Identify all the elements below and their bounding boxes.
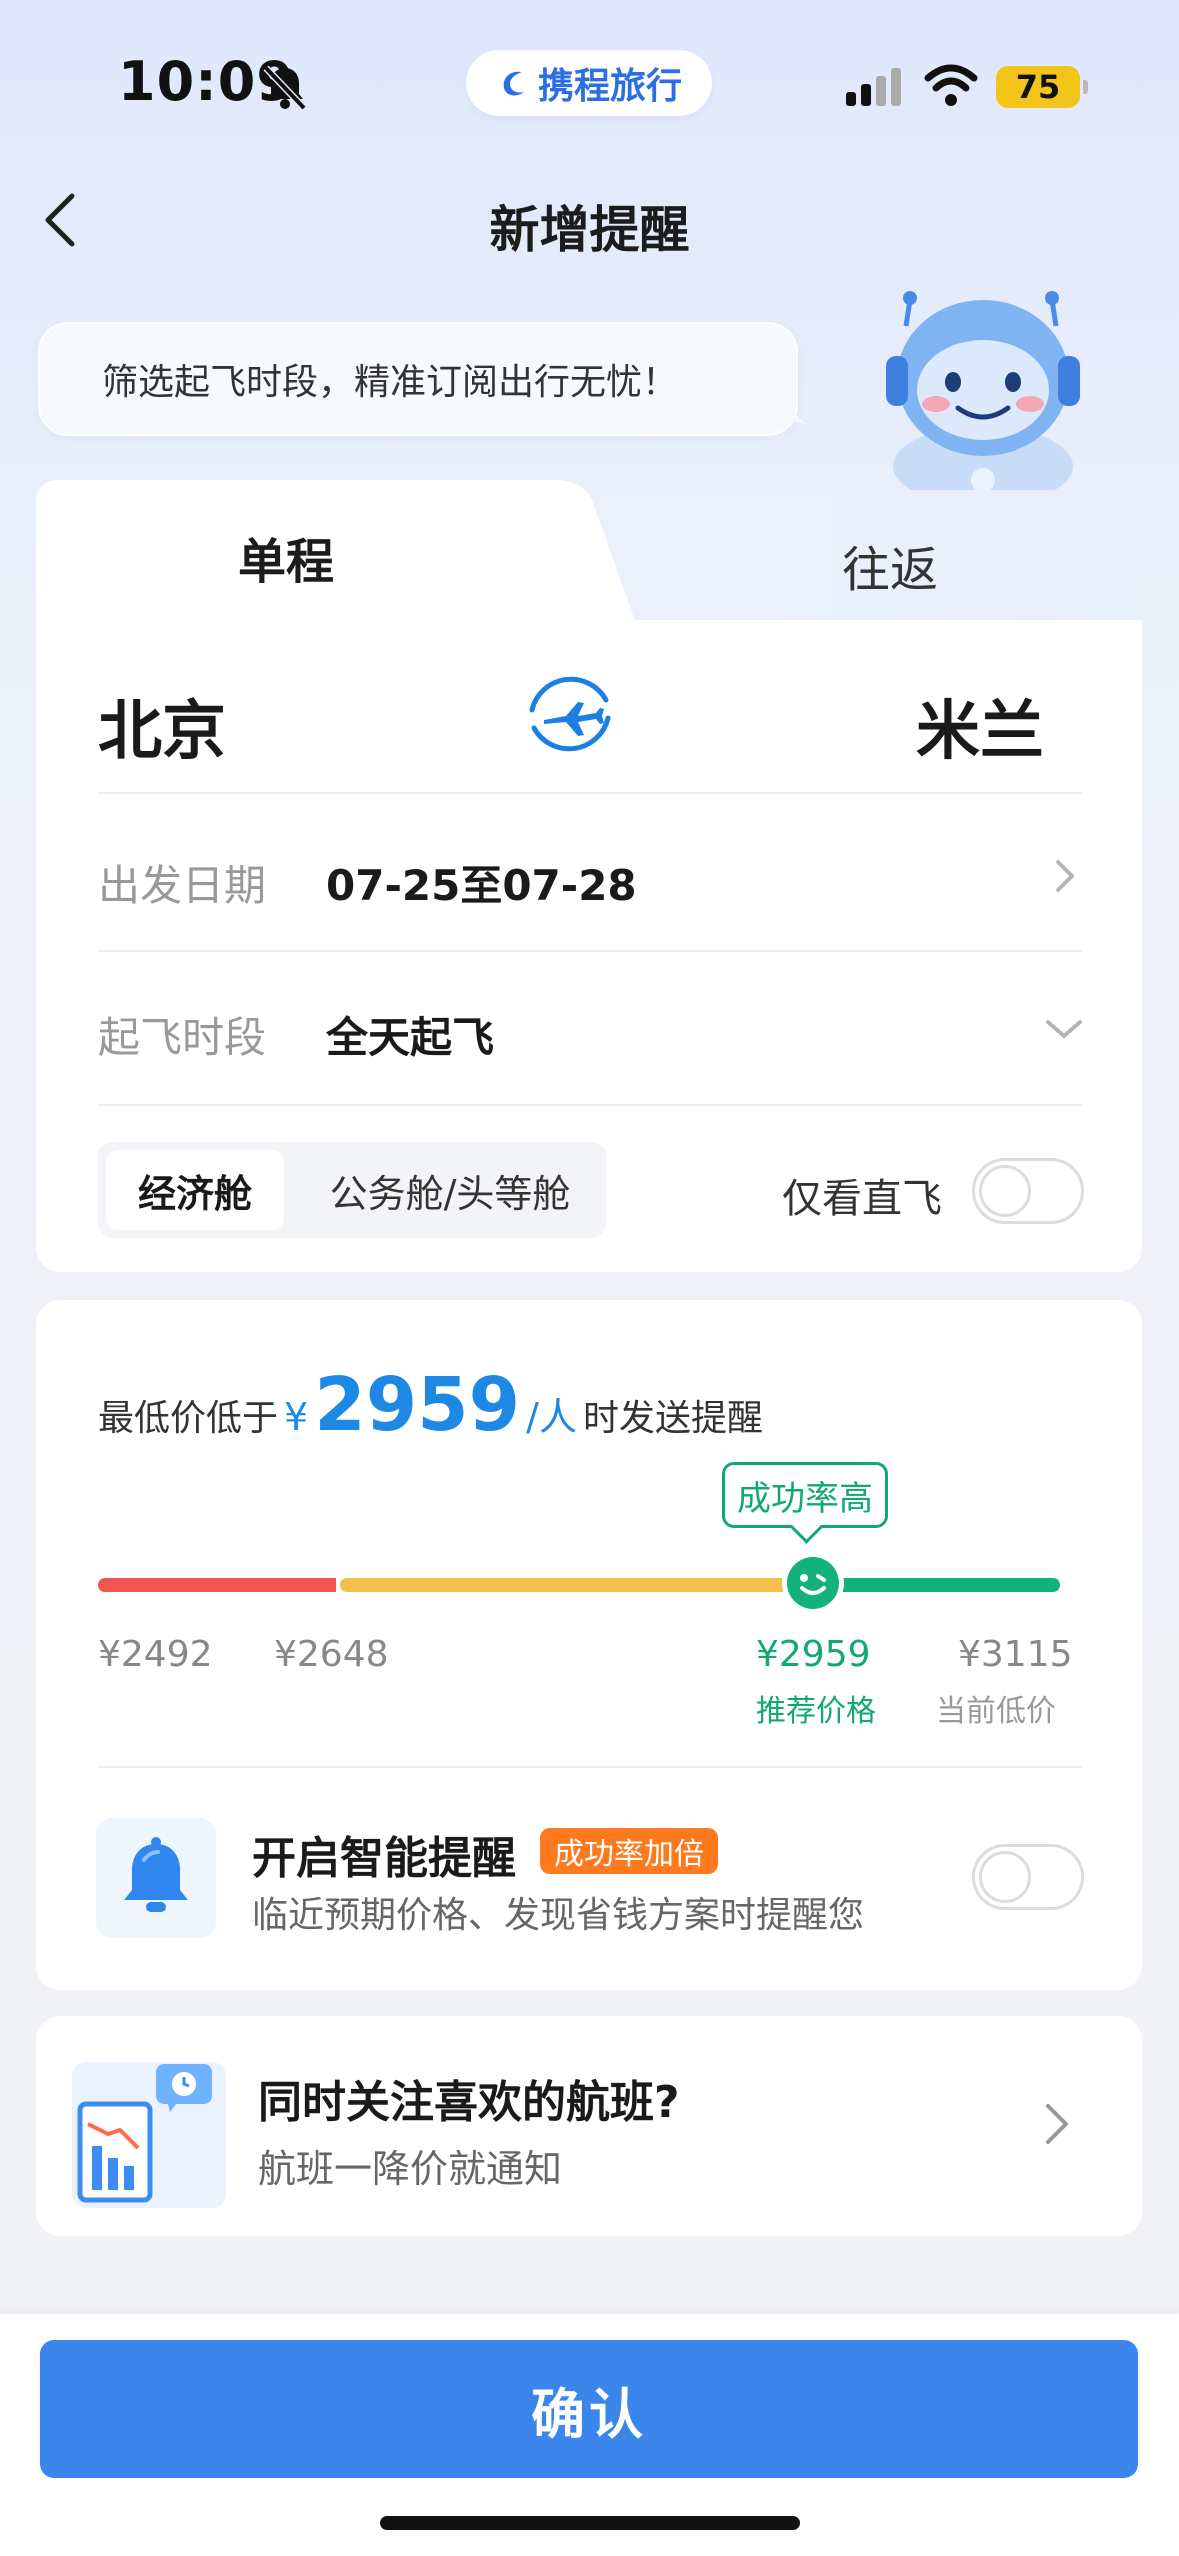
- signal-icon: [846, 68, 901, 106]
- swap-cities-icon[interactable]: [522, 666, 618, 762]
- brand-name: 携程旅行: [537, 66, 682, 107]
- tip-bubble-tail: [770, 390, 806, 424]
- tip-text: 筛选起飞时段，精准订阅出行无忧！: [102, 362, 679, 403]
- home-indicator[interactable]: [380, 2516, 800, 2530]
- time-slot-value[interactable]: 全天起飞: [326, 1004, 494, 1065]
- tick-price-recommended: ¥2959: [756, 1634, 871, 1675]
- slider-segment-low[interactable]: [98, 1578, 336, 1592]
- date-label: 出发日期: [98, 861, 267, 910]
- cabin-economy-option[interactable]: 经济舱: [106, 1150, 284, 1230]
- chevron-down-icon[interactable]: [1044, 1014, 1084, 1044]
- alert-price: 2959: [314, 1362, 521, 1448]
- battery-indicator: 75: [996, 66, 1088, 108]
- recommended-price-label: 推荐价格: [756, 1694, 876, 1729]
- bell-off-icon: [263, 65, 307, 111]
- smart-alert-desc: 临近预期价格、发现省钱方案时提醒您: [252, 1895, 865, 1936]
- tip-bubble: 筛选起飞时段，精准订阅出行无忧！: [38, 322, 798, 436]
- tick-price-current: ¥3115: [958, 1634, 1073, 1675]
- tick-price: ¥2492: [98, 1634, 213, 1675]
- wifi-icon: [924, 64, 978, 106]
- page-title: 新增提醒: [489, 201, 690, 259]
- mascot-illustration: [886, 291, 1080, 496]
- success-rate-tag: 成功率高: [722, 1462, 888, 1528]
- tick-price: ¥2648: [274, 1634, 389, 1675]
- alert-prefix: 最低价低于: [98, 1398, 279, 1439]
- chevron-right-icon[interactable]: [1050, 856, 1080, 896]
- slider-thumb-smile-icon[interactable]: [780, 1550, 846, 1616]
- slider-segment-mid[interactable]: [340, 1578, 810, 1592]
- alert-suffix: 时发送提醒: [582, 1398, 763, 1439]
- price-currency: ¥: [284, 1395, 309, 1439]
- favorite-flights-title: 同时关注喜欢的航班?: [258, 2077, 680, 2128]
- confirm-button[interactable]: 确认: [40, 2340, 1138, 2478]
- cabin-business-option[interactable]: 公务舱/头等舱: [300, 1150, 600, 1230]
- smart-alert-toggle[interactable]: [972, 1844, 1084, 1910]
- smart-alert-badge: 成功率加倍: [540, 1828, 718, 1874]
- tab-round-trip[interactable]: 往返: [640, 530, 1140, 600]
- slider-segment-high[interactable]: [810, 1578, 1060, 1592]
- current-low-price-label: 当前低价: [936, 1694, 1056, 1729]
- divider: [98, 950, 1082, 952]
- smart-alert-icon-tile: [96, 1818, 216, 1938]
- brand-pill: 携程旅行: [466, 50, 712, 116]
- smart-alert-title: 开启智能提醒: [252, 1833, 516, 1884]
- favorite-flights-desc: 航班一降价就通知: [258, 2147, 563, 2191]
- date-value[interactable]: 07-25至07-28: [326, 852, 637, 913]
- price-unit: /人: [526, 1395, 577, 1439]
- arrival-city[interactable]: 米兰: [916, 680, 1044, 772]
- divider: [98, 1766, 1082, 1768]
- bell-icon: [124, 1837, 188, 1912]
- brand-logo-icon: [503, 71, 524, 96]
- departure-city[interactable]: 北京: [98, 680, 226, 772]
- divider: [98, 1104, 1082, 1106]
- direct-only-label: 仅看直飞: [782, 1176, 942, 1222]
- divider: [98, 792, 1082, 794]
- chevron-right-icon[interactable]: [1040, 2100, 1074, 2148]
- tab-one-way[interactable]: 单程: [36, 522, 536, 592]
- direct-only-toggle[interactable]: [972, 1158, 1084, 1224]
- price-drop-chart-icon: [72, 2062, 226, 2208]
- time-slot-label: 起飞时段: [98, 1013, 267, 1062]
- price-alert-sentence: 最低价低于 ¥ 2959 /人 时发送提醒: [98, 1368, 763, 1442]
